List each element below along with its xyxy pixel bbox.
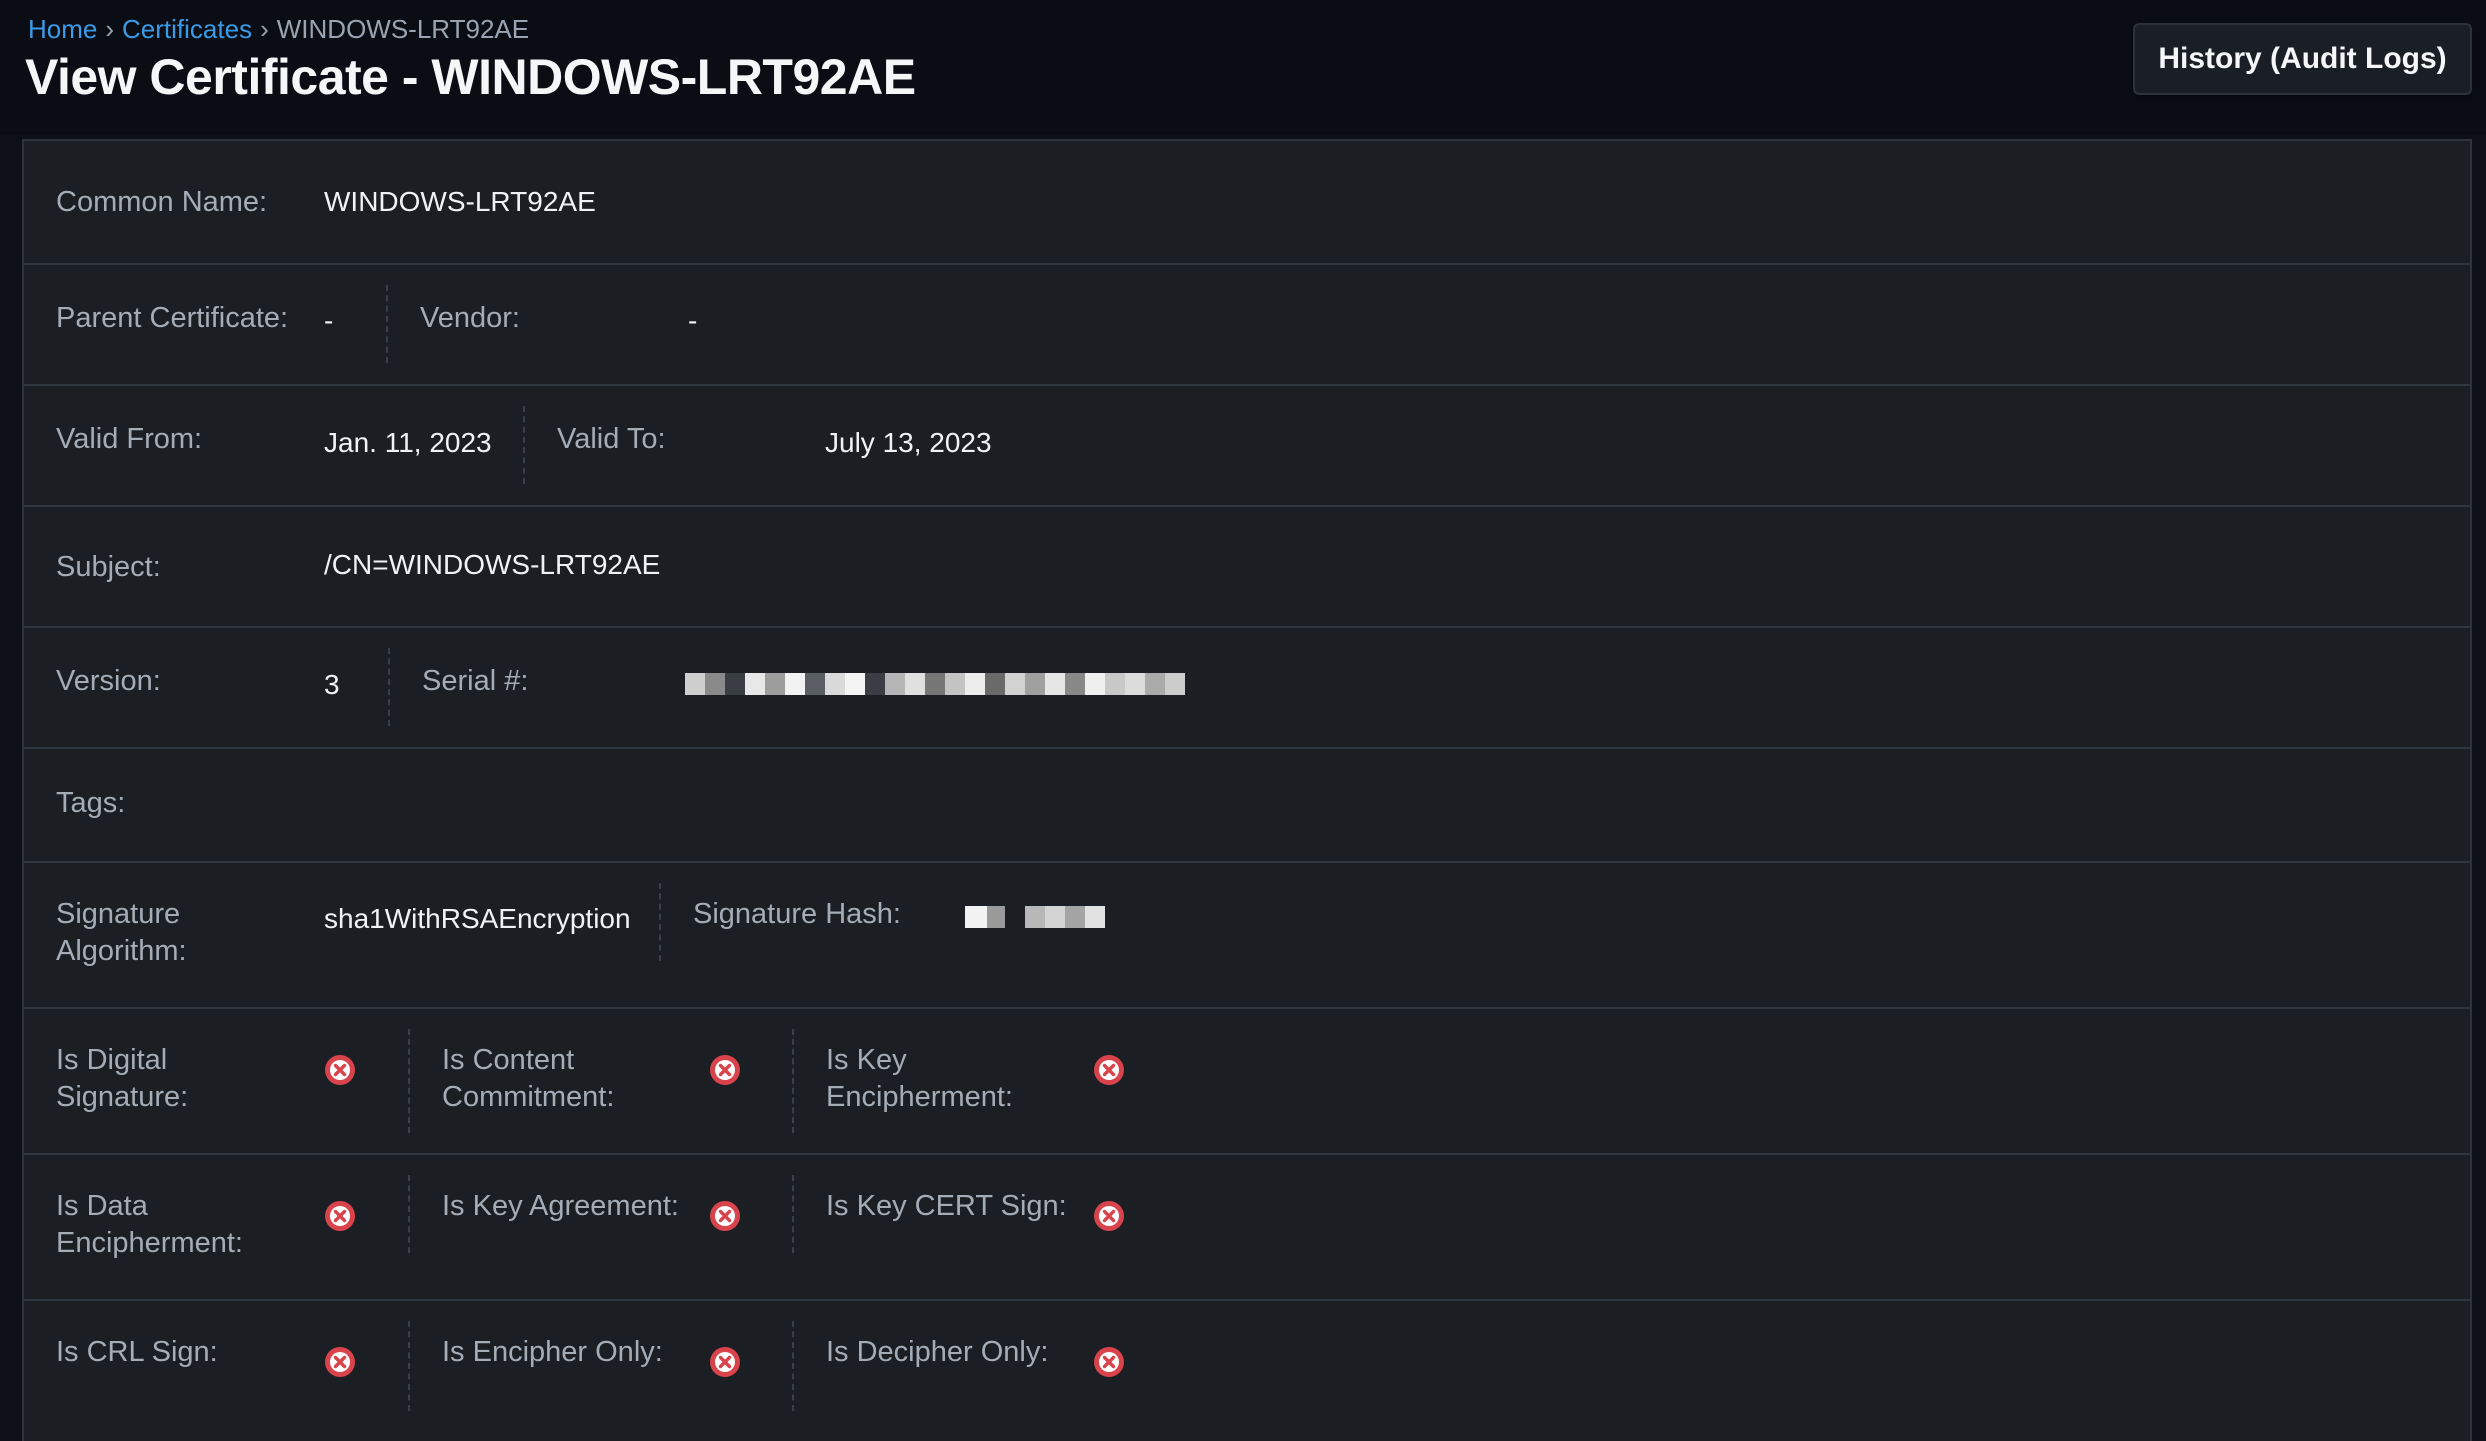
breadcrumb-home-link[interactable]: Home — [28, 14, 97, 44]
parent-vendor-row: Parent Certificate: - Vendor: - — [24, 265, 2470, 386]
key-usage-label: Is Digital Signature: — [56, 1044, 189, 1113]
column-divider — [386, 285, 388, 363]
x-circle-icon — [710, 1347, 740, 1377]
subject-row: Subject: /CN=WINDOWS-LRT92AE — [24, 507, 2470, 628]
vendor-label: Vendor: — [420, 302, 520, 334]
x-circle-icon — [325, 1055, 355, 1085]
signature-algorithm-value: sha1WithRSAEncryption — [324, 903, 631, 934]
tags-row: Tags: — [24, 749, 2470, 863]
history-audit-logs-button[interactable]: History (Audit Logs) — [2133, 23, 2472, 95]
signature-row: Signature Algorithm: sha1WithRSAEncrypti… — [24, 863, 2470, 1009]
subject-label: Subject: — [56, 551, 161, 583]
key-usage-label: Is Data Encipherment: — [56, 1190, 243, 1259]
breadcrumb-separator: › — [105, 14, 115, 44]
breadcrumb-certificates-link[interactable]: Certificates — [122, 14, 252, 44]
key-usage-label: Is CRL Sign: — [56, 1336, 218, 1368]
key-usage-row-1: Is Digital Signature: Is Content Commitm… — [24, 1009, 2470, 1155]
breadcrumb-separator: › — [260, 14, 269, 44]
subject-value: /CN=WINDOWS-LRT92AE — [324, 549, 661, 580]
x-circle-icon — [325, 1347, 355, 1377]
parent-certificate-label: Parent Certificate: — [56, 302, 289, 334]
signature-hash-redacted — [965, 906, 1125, 928]
column-divider — [408, 1321, 410, 1411]
key-usage-label: Is Key Encipherment: — [826, 1044, 1013, 1113]
common-name-value: WINDOWS-LRT92AE — [324, 186, 596, 217]
key-usage-label: Is Key CERT Sign: — [826, 1190, 1067, 1222]
column-divider — [408, 1029, 410, 1133]
valid-from-value: Jan. 11, 2023 — [324, 427, 492, 458]
x-circle-icon — [1094, 1055, 1124, 1085]
column-divider — [792, 1029, 794, 1133]
breadcrumb-current: WINDOWS-LRT92AE — [276, 14, 530, 44]
tags-label: Tags: — [56, 787, 126, 819]
key-usage-label: Is Decipher Only: — [826, 1336, 1049, 1368]
key-usage-label: Is Key Agreement: — [442, 1190, 679, 1222]
valid-from-label: Valid From: — [56, 423, 203, 455]
x-circle-icon — [710, 1201, 740, 1231]
column-divider — [659, 883, 661, 961]
version-label: Version: — [56, 665, 161, 697]
validity-row: Valid From: Jan. 11, 2023 Valid To: July… — [24, 386, 2470, 507]
parent-certificate-value: - — [324, 305, 334, 336]
x-circle-icon — [1094, 1347, 1124, 1377]
signature-hash-label: Signature Hash: — [693, 898, 901, 930]
column-divider — [792, 1321, 794, 1411]
column-divider — [523, 406, 525, 484]
version-serial-row: Version: 3 Serial #: — [24, 628, 2470, 749]
x-circle-icon — [325, 1201, 355, 1231]
valid-to-label: Valid To: — [557, 423, 666, 455]
page-header: Home › Certificates › WINDOWS-LRT92AE View C… — [0, 0, 2486, 135]
key-usage-label: Is Encipher Only: — [442, 1336, 663, 1368]
key-usage-label: Is Content Commitment: — [442, 1044, 615, 1113]
key-usage-row-3: Is CRL Sign: Is Encipher Only: Is Deciph… — [24, 1301, 2470, 1441]
version-value: 3 — [324, 669, 340, 700]
common-name-row: Common Name: WINDOWS-LRT92AE — [24, 141, 2470, 265]
page-title: View Certificate - WINDOWS-LRT92AE — [25, 49, 916, 105]
certificate-details-card: Common Name: WINDOWS-LRT92AE Parent Cert… — [22, 139, 2472, 1441]
valid-to-value: July 13, 2023 — [825, 427, 992, 458]
key-usage-row-2: Is Data Encipherment: Is Key Agreement: … — [24, 1155, 2470, 1301]
column-divider — [388, 648, 390, 726]
column-divider — [792, 1175, 794, 1253]
serial-label: Serial #: — [422, 665, 529, 697]
x-circle-icon — [710, 1055, 740, 1085]
vendor-value: - — [688, 305, 698, 336]
x-circle-icon — [1094, 1201, 1124, 1231]
signature-algorithm-label: Signature Algorithm: — [56, 898, 187, 967]
serial-value-redacted — [685, 673, 1185, 695]
column-divider — [408, 1175, 410, 1253]
breadcrumb: Home › Certificates › WINDOWS-LRT92AE — [28, 14, 529, 45]
common-name-label: Common Name: — [56, 186, 268, 218]
